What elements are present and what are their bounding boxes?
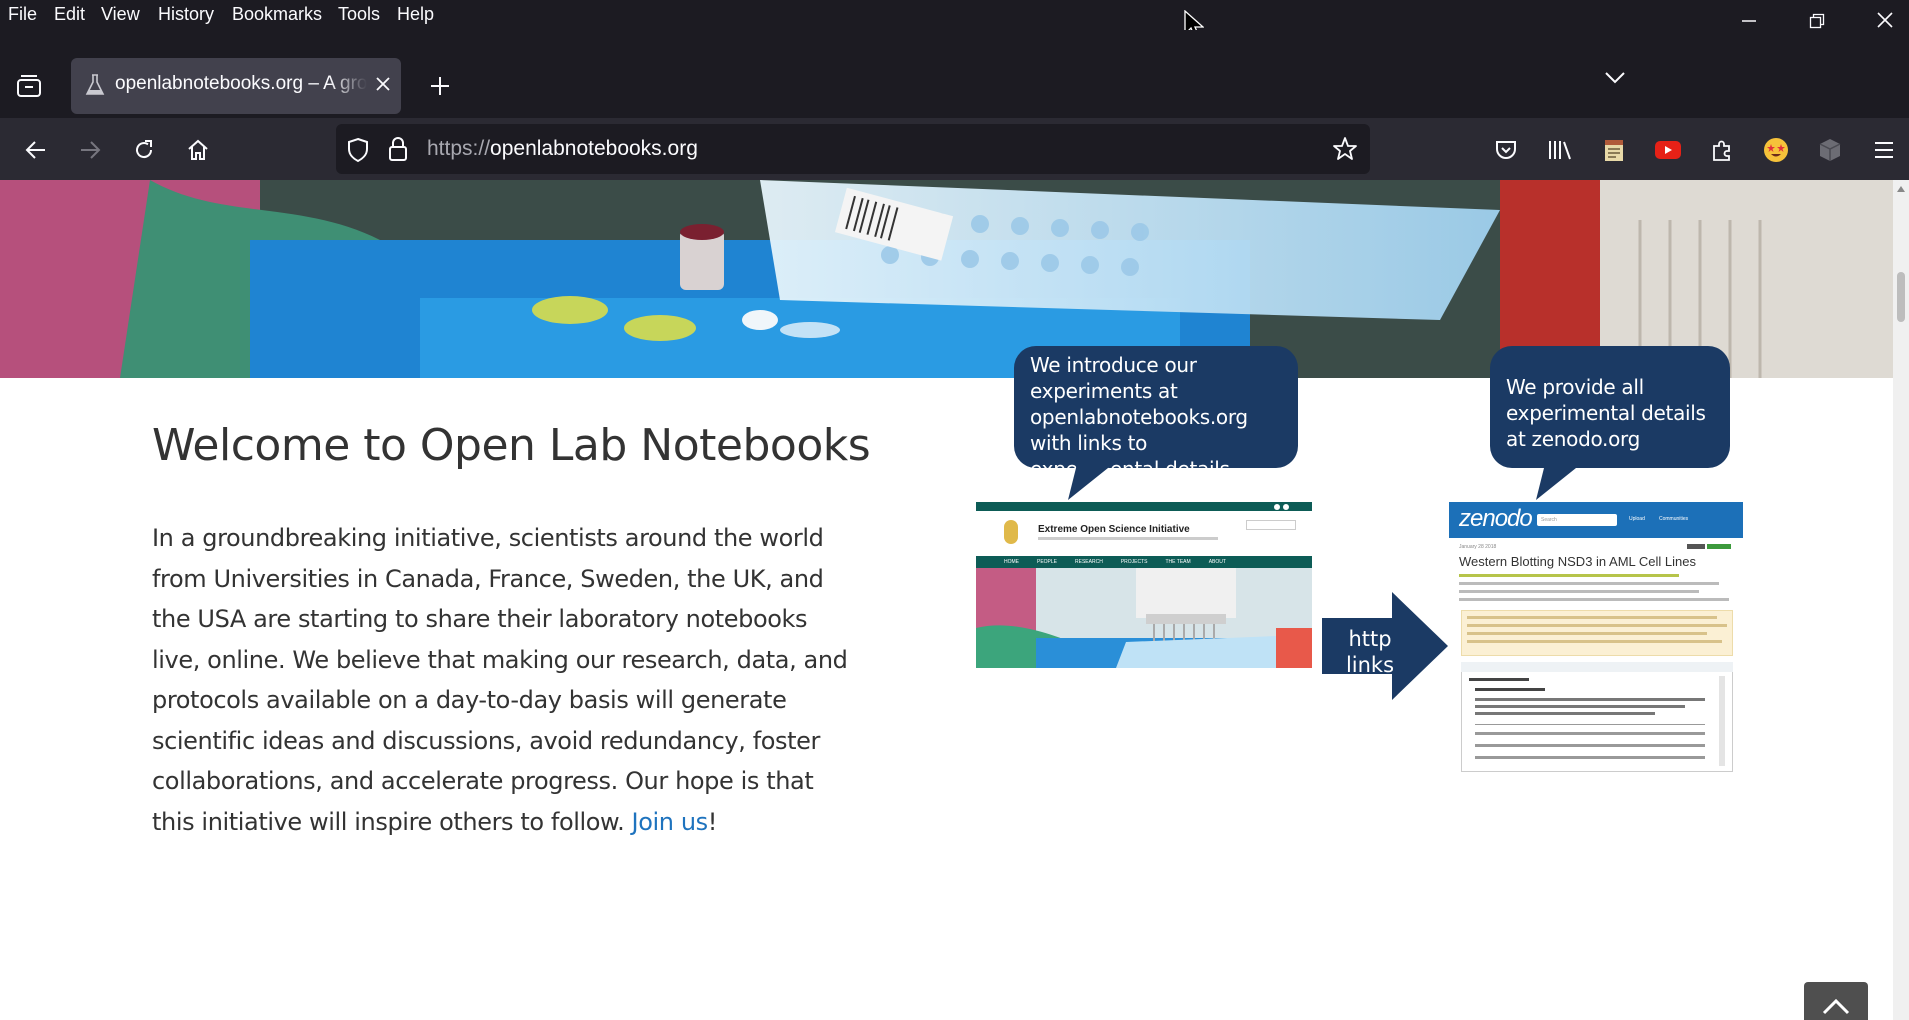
tab-title: openlabnotebooks.org – A growing initiat… <box>115 73 367 94</box>
puzzle-icon <box>1713 140 1730 161</box>
extensions-button[interactable] <box>1704 132 1740 168</box>
eosi-logo-icon <box>1004 520 1018 544</box>
lock-icon[interactable] <box>388 136 408 166</box>
reload-button[interactable] <box>126 132 162 168</box>
zenodo-logo: zenodo <box>1459 505 1533 532</box>
scrollbar-thumb[interactable] <box>1897 272 1905 322</box>
web-page: Welcome to Open Lab Notebooks In a groun… <box>0 180 1893 1020</box>
youtube-icon <box>1655 141 1681 159</box>
plus-icon <box>431 77 449 95</box>
extension-cube-button[interactable] <box>1812 132 1848 168</box>
reload-icon <box>136 140 153 159</box>
home-button[interactable] <box>180 132 216 168</box>
menu-bar: File Edit View History Bookmarks Tools H… <box>0 0 1909 30</box>
back-button[interactable] <box>18 132 54 168</box>
home-icon <box>188 139 208 160</box>
tab-close-icon[interactable] <box>375 70 391 98</box>
menu-history[interactable]: History <box>158 4 214 25</box>
menu-tools[interactable]: Tools <box>338 4 380 25</box>
eosi-title: Extreme Open Science Initiative <box>1038 524 1190 535</box>
eosi-lab-photo <box>976 568 1312 668</box>
flask-icon <box>85 73 105 101</box>
extension-notes-button[interactable] <box>1596 132 1632 168</box>
speech-bubble-right: We provide all experimental details at z… <box>1490 346 1730 468</box>
bookmark-star-icon[interactable] <box>1332 136 1358 166</box>
url-text: https://openlabnotebooks.org <box>427 137 698 160</box>
eosi-nav: HOME PEOPLE RESEARCH PROJECTS THE TEAM ABOUT <box>976 556 1312 568</box>
page-scrollbar[interactable] <box>1893 180 1909 1020</box>
back-arrow-icon <box>25 141 45 159</box>
url-bar[interactable]: https://openlabnotebooks.org <box>336 124 1370 174</box>
star-eyes-emoji-icon <box>1764 138 1788 162</box>
page-title: Welcome to Open Lab Notebooks <box>152 420 871 471</box>
tab-bar: openlabnotebooks.org – A growing initiat… <box>0 30 1909 118</box>
zenodo-date: January 28 2018 <box>1459 544 1497 550</box>
forward-button[interactable] <box>72 132 108 168</box>
notepad-icon <box>1605 140 1623 161</box>
zenodo-nav-communities: Communities <box>1659 516 1689 522</box>
list-all-tabs-button[interactable] <box>1604 70 1626 89</box>
zenodo-search: Search <box>1537 514 1617 526</box>
cube-icon <box>1819 139 1841 161</box>
zenodo-record-title: Western Blotting NSD3 in AML Cell Lines <box>1459 554 1696 569</box>
tab-openlabnotebooks[interactable]: openlabnotebooks.org – A growing initiat… <box>71 58 401 114</box>
chevron-down-icon <box>1605 72 1625 84</box>
menu-edit[interactable]: Edit <box>54 4 85 25</box>
intro-paragraph: In a groundbreaking initiative, scientis… <box>152 524 848 836</box>
new-tab-button[interactable] <box>420 66 460 106</box>
minimize-icon <box>1742 20 1756 22</box>
openlabnotebooks-screenshot: Extreme Open Science Initiative HOME PEOP… <box>976 502 1312 668</box>
pocket-icon <box>1496 141 1516 159</box>
tray-icon <box>17 75 41 97</box>
arrow-label: http links <box>1345 627 1395 677</box>
zenodo-screenshot: zenodo Search Upload Communities January… <box>1449 502 1743 772</box>
bubble-tail-right <box>1536 460 1586 500</box>
firefox-view-button[interactable] <box>16 74 42 102</box>
speech-bubble-left: We introduce our experiments at openlabn… <box>1014 346 1298 481</box>
join-us-link[interactable]: Join us <box>632 808 709 836</box>
chevron-up-icon <box>1822 998 1850 1015</box>
extension-youtube-button[interactable] <box>1650 132 1686 168</box>
menu-help[interactable]: Help <box>397 4 434 25</box>
menu-view[interactable]: View <box>101 4 140 25</box>
zenodo-nav-upload: Upload <box>1629 516 1645 522</box>
hamburger-menu-icon <box>1875 142 1893 158</box>
bubble-tail-left <box>1068 460 1118 500</box>
library-icon <box>1549 141 1571 160</box>
extension-emoji-button[interactable] <box>1758 132 1794 168</box>
shield-icon[interactable] <box>346 137 370 167</box>
menu-file[interactable]: File <box>8 4 37 25</box>
back-to-top-button[interactable] <box>1804 982 1868 1020</box>
close-icon <box>1877 12 1893 28</box>
scroll-up-arrow-icon[interactable] <box>1897 186 1905 192</box>
restore-icon <box>1809 13 1825 29</box>
app-menu-button[interactable] <box>1866 132 1902 168</box>
pocket-button[interactable] <box>1488 132 1524 168</box>
nav-bar: https://openlabnotebooks.org <box>0 118 1909 180</box>
menu-bookmarks[interactable]: Bookmarks <box>232 4 322 25</box>
library-button[interactable] <box>1542 132 1578 168</box>
forward-arrow-icon <box>81 141 101 159</box>
